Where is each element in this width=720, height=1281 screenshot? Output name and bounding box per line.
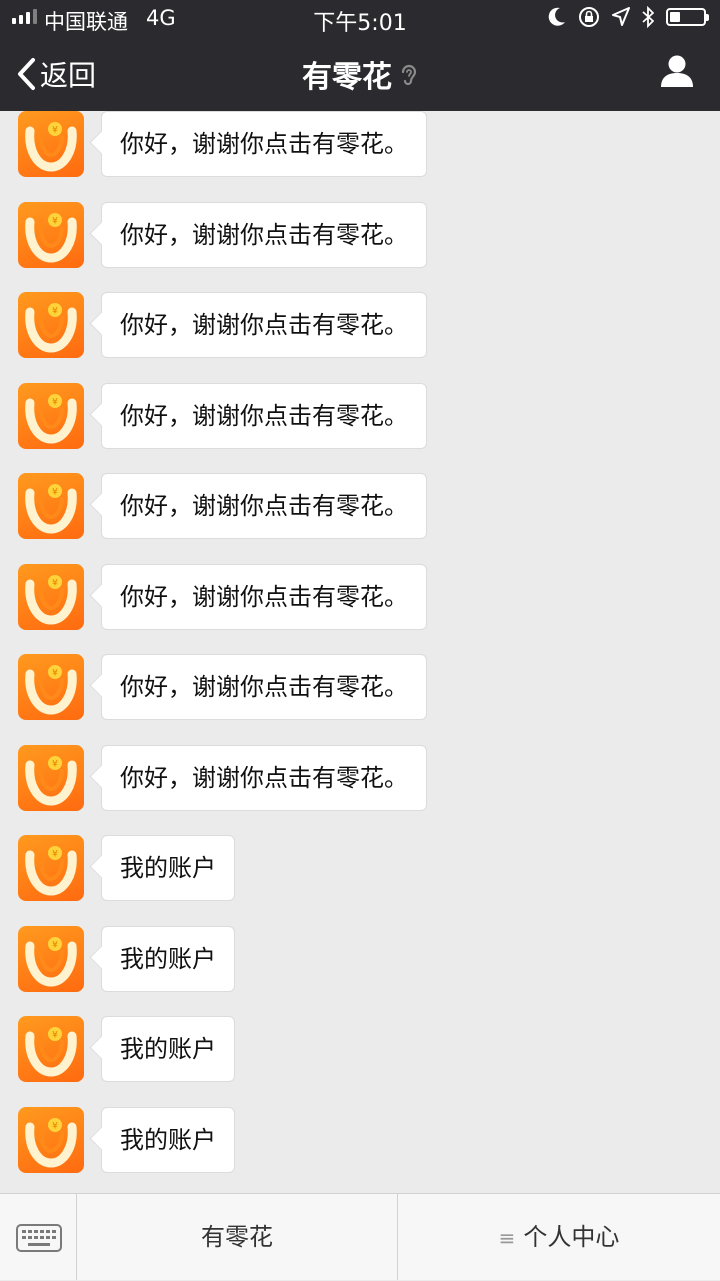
moon-icon — [548, 7, 565, 26]
message-bubble[interactable]: 你好，谢谢你点击有零花。 — [101, 745, 427, 811]
message-bubble[interactable]: 我的账户 — [101, 926, 235, 992]
avatar[interactable]: ¥ — [18, 654, 84, 720]
app-logo-icon: ¥ — [25, 484, 77, 534]
avatar[interactable]: ¥ — [18, 202, 84, 268]
message-bubble[interactable]: 我的账户 — [101, 835, 235, 901]
svg-text:¥: ¥ — [52, 850, 58, 860]
bottom-menu-bar: 有零花 ≡ 个人中心 — [0, 1193, 720, 1280]
location-icon — [612, 7, 630, 26]
avatar[interactable]: ¥ — [18, 926, 84, 992]
nav-bar: 返回 有零花 — [0, 36, 720, 111]
message-bubble[interactable]: 你好，谢谢你点击有零花。 — [101, 202, 427, 268]
keyboard-icon — [16, 1224, 62, 1252]
bluetooth-icon — [642, 6, 654, 28]
svg-text:¥: ¥ — [52, 398, 58, 408]
keyboard-toggle-button[interactable] — [0, 1194, 77, 1280]
menu-item-personal-center[interactable]: ≡ 个人中心 — [398, 1194, 720, 1280]
avatar[interactable]: ¥ — [18, 1016, 84, 1082]
svg-text:¥: ¥ — [52, 760, 58, 770]
avatar[interactable]: ¥ — [18, 473, 84, 539]
app-logo-icon: ¥ — [25, 394, 77, 444]
svg-text:¥: ¥ — [52, 1031, 58, 1041]
message-bubble[interactable]: 你好，谢谢你点击有零花。 — [101, 564, 427, 630]
svg-text:¥: ¥ — [52, 488, 58, 498]
message-bubble[interactable]: 你好，谢谢你点击有零花。 — [101, 383, 427, 449]
menu-item-youlinghua[interactable]: 有零花 — [77, 1194, 398, 1280]
app-logo-icon: ¥ — [25, 1027, 77, 1077]
avatar[interactable]: ¥ — [18, 745, 84, 811]
rotation-lock-icon — [579, 7, 599, 27]
app-logo-icon: ¥ — [25, 303, 77, 353]
message-bubble[interactable]: 我的账户 — [101, 1016, 235, 1082]
message-bubble[interactable]: 我的账户 — [101, 1107, 235, 1173]
menu-item-label: 有零花 — [201, 1223, 273, 1251]
person-icon — [661, 55, 693, 87]
profile-button[interactable] — [660, 54, 694, 92]
avatar[interactable]: ¥ — [18, 835, 84, 901]
page-title: 有零花 — [0, 52, 720, 96]
app-logo-icon: ¥ — [25, 846, 77, 896]
svg-text:¥: ¥ — [52, 126, 58, 136]
app-logo-icon: ¥ — [25, 213, 77, 263]
message-bubble[interactable]: 你好，谢谢你点击有零花。 — [101, 292, 427, 358]
status-bar: 中国联通 4G 下午5:01 — [0, 0, 720, 36]
avatar[interactable]: ¥ — [18, 111, 84, 177]
message-bubble[interactable]: 你好，谢谢你点击有零花。 — [101, 654, 427, 720]
svg-text:¥: ¥ — [52, 941, 58, 951]
app-logo-icon: ¥ — [25, 1118, 77, 1168]
app-logo-icon: ¥ — [25, 122, 77, 172]
svg-text:¥: ¥ — [52, 1122, 58, 1132]
menu-item-label: 个人中心 — [523, 1223, 620, 1251]
top-bar: 中国联通 4G 下午5:01 返回 有零花 — [0, 0, 720, 111]
svg-text:¥: ¥ — [52, 579, 58, 589]
avatar[interactable]: ¥ — [18, 383, 84, 449]
battery-icon — [666, 8, 709, 26]
svg-text:¥: ¥ — [52, 669, 58, 679]
avatar[interactable]: ¥ — [18, 292, 84, 358]
svg-text:¥: ¥ — [52, 217, 58, 227]
app-logo-icon: ¥ — [25, 756, 77, 806]
message-bubble[interactable]: 你好，谢谢你点击有零花。 — [101, 111, 427, 177]
chat-area[interactable]: ¥ 你好，谢谢你点击有零花。 ¥ 你好，谢谢你点击有零花。 ¥ 你好，谢谢你点击有零花。 ¥… — [0, 111, 720, 1193]
status-icons — [548, 6, 709, 28]
message-bubble[interactable]: 你好，谢谢你点击有零花。 — [101, 473, 427, 539]
menu-icon: ≡ — [498, 1226, 516, 1250]
app-logo-icon: ¥ — [25, 665, 77, 715]
avatar[interactable]: ¥ — [18, 564, 84, 630]
app-logo-icon: ¥ — [25, 937, 77, 987]
ear-icon — [400, 61, 418, 96]
title-text: 有零花 — [302, 60, 392, 95]
avatar[interactable]: ¥ — [18, 1107, 84, 1173]
svg-text:¥: ¥ — [52, 307, 58, 317]
app-logo-icon: ¥ — [25, 575, 77, 625]
